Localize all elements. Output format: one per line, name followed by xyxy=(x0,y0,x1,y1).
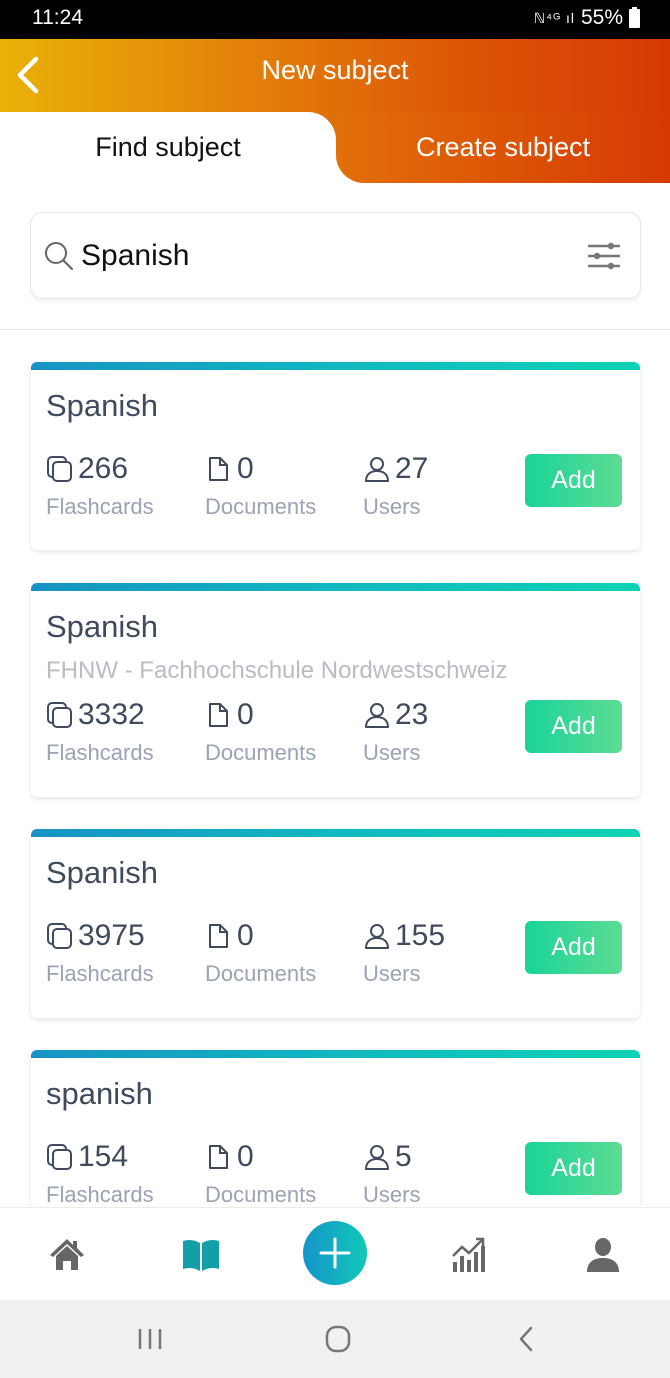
card-accent-bar xyxy=(31,1050,640,1058)
users-label: Users xyxy=(363,1182,421,1206)
subject-title: Spanish xyxy=(46,388,159,423)
document-icon xyxy=(209,924,228,948)
subject-title: Spanish xyxy=(46,609,159,644)
stat-users: 23 Users xyxy=(363,698,428,766)
documents-count: 0 xyxy=(237,452,254,485)
documents-label: Documents xyxy=(205,740,317,765)
signal-icon: ℕ⁴ᴳ ıl xyxy=(533,9,575,26)
flashcards-label: Flashcards xyxy=(46,1182,154,1206)
stat-documents: 0 Documents xyxy=(205,919,316,987)
flashcards-count: 3332 xyxy=(78,698,145,731)
flashcards-count: 266 xyxy=(78,452,129,485)
nav-statistics[interactable] xyxy=(444,1230,494,1280)
subject-card[interactable]: spanish 154 Flashcards 0 Documents 5 Use… xyxy=(31,1050,640,1206)
documents-count: 0 xyxy=(237,919,254,952)
flashcards-label: Flashcards xyxy=(46,961,154,986)
sliders-icon[interactable] xyxy=(586,240,622,272)
search-box xyxy=(30,212,641,299)
users-count: 23 xyxy=(395,698,429,731)
documents-label: Documents xyxy=(205,494,317,519)
stat-flashcards: 3975 Flashcards xyxy=(46,919,154,987)
documents-label: Documents xyxy=(205,961,317,986)
home-circle-icon xyxy=(325,1325,351,1353)
home-icon xyxy=(50,1239,84,1270)
bottom-nav xyxy=(0,1207,670,1300)
status-indicators: ℕ⁴ᴳ ıl 55% xyxy=(534,6,640,30)
card-accent-bar xyxy=(31,362,640,370)
stat-flashcards: 3332 Flashcards xyxy=(46,698,154,766)
subject-card[interactable]: Spanish FHNW - Fachhochschule Nordwestsc… xyxy=(31,583,640,797)
users-count: 5 xyxy=(395,1140,412,1173)
stat-users: 155 Users xyxy=(363,919,445,987)
tab-create-wrapper: Create subject xyxy=(336,112,670,183)
users-label: Users xyxy=(363,494,421,519)
documents-label: Documents xyxy=(205,1182,317,1206)
app-header: New subject Find subject Create subject xyxy=(0,39,670,183)
add-fab-button[interactable] xyxy=(303,1221,367,1285)
stat-flashcards: 266 Flashcards xyxy=(46,452,154,520)
subject-institution: FHNW - Fachhochschule Nordwestschweiz xyxy=(46,657,508,684)
battery-icon xyxy=(629,6,640,28)
document-icon xyxy=(209,1145,228,1169)
user-icon xyxy=(587,1238,619,1272)
users-count: 27 xyxy=(395,452,429,485)
user-outline-icon xyxy=(365,1145,389,1170)
document-icon xyxy=(209,703,228,727)
battery-level: 55% xyxy=(580,6,623,29)
subject-card[interactable]: Spanish 3975 Flashcards 0 Documents 155 … xyxy=(31,829,640,1018)
card-accent-bar xyxy=(31,583,640,591)
documents-count: 0 xyxy=(237,1140,254,1173)
search-icon xyxy=(45,242,74,271)
cards-icon xyxy=(47,702,72,728)
stat-documents: 0 Documents xyxy=(205,698,316,766)
nav-profile[interactable] xyxy=(578,1230,628,1280)
tab-find-subject[interactable]: Find subject xyxy=(0,112,336,183)
back-arrow-icon xyxy=(519,1326,533,1352)
tab-create-subject[interactable]: Create subject xyxy=(336,112,670,183)
documents-count: 0 xyxy=(237,698,254,731)
nav-home[interactable] xyxy=(42,1230,92,1280)
cards-icon xyxy=(47,1144,72,1170)
status-time: 11:24 xyxy=(32,6,83,29)
card-accent-bar xyxy=(31,829,640,837)
add-subject-button[interactable]: Add xyxy=(525,921,622,974)
flashcards-count: 3975 xyxy=(78,919,145,952)
nav-library[interactable] xyxy=(176,1230,226,1280)
back-system-button[interactable] xyxy=(506,1322,546,1356)
home-system-button[interactable] xyxy=(318,1322,358,1356)
user-outline-icon xyxy=(365,703,389,728)
add-subject-button[interactable]: Add xyxy=(525,1142,622,1195)
cards-icon xyxy=(47,456,72,482)
users-count: 155 xyxy=(395,919,446,952)
page-title: New subject xyxy=(261,55,409,85)
stat-users: 27 Users xyxy=(363,452,428,520)
subject-card[interactable]: Spanish 266 Flashcards 0 Documents 27 Us… xyxy=(31,362,640,550)
users-label: Users xyxy=(363,740,421,765)
system-navigation-bar xyxy=(0,1300,670,1378)
add-subject-button[interactable]: Add xyxy=(525,454,622,507)
cards-icon xyxy=(47,923,72,949)
stat-documents: 0 Documents xyxy=(205,452,316,520)
stat-documents: 0 Documents xyxy=(205,1140,316,1206)
status-bar: 11:24 ℕ⁴ᴳ ıl 55% xyxy=(0,0,670,39)
results-list[interactable]: Spanish 266 Flashcards 0 Documents 27 Us… xyxy=(0,330,670,1206)
book-icon xyxy=(183,1239,219,1271)
subject-title: Spanish xyxy=(46,855,159,890)
document-icon xyxy=(209,457,228,481)
stat-users: 5 Users xyxy=(363,1140,420,1206)
recent-apps-icon xyxy=(138,1329,162,1349)
flashcards-count: 154 xyxy=(78,1140,129,1173)
flashcards-label: Flashcards xyxy=(46,494,154,519)
user-outline-icon xyxy=(365,457,389,482)
subject-title: spanish xyxy=(46,1076,153,1111)
user-outline-icon xyxy=(365,924,389,949)
chart-icon xyxy=(452,1237,485,1272)
plus-icon xyxy=(319,1237,351,1269)
search-input[interactable] xyxy=(81,231,561,281)
flashcards-label: Flashcards xyxy=(46,740,154,765)
recent-apps-button[interactable] xyxy=(130,1322,170,1356)
users-label: Users xyxy=(363,961,421,986)
add-subject-button[interactable]: Add xyxy=(525,700,622,753)
stat-flashcards: 154 Flashcards xyxy=(46,1140,154,1206)
